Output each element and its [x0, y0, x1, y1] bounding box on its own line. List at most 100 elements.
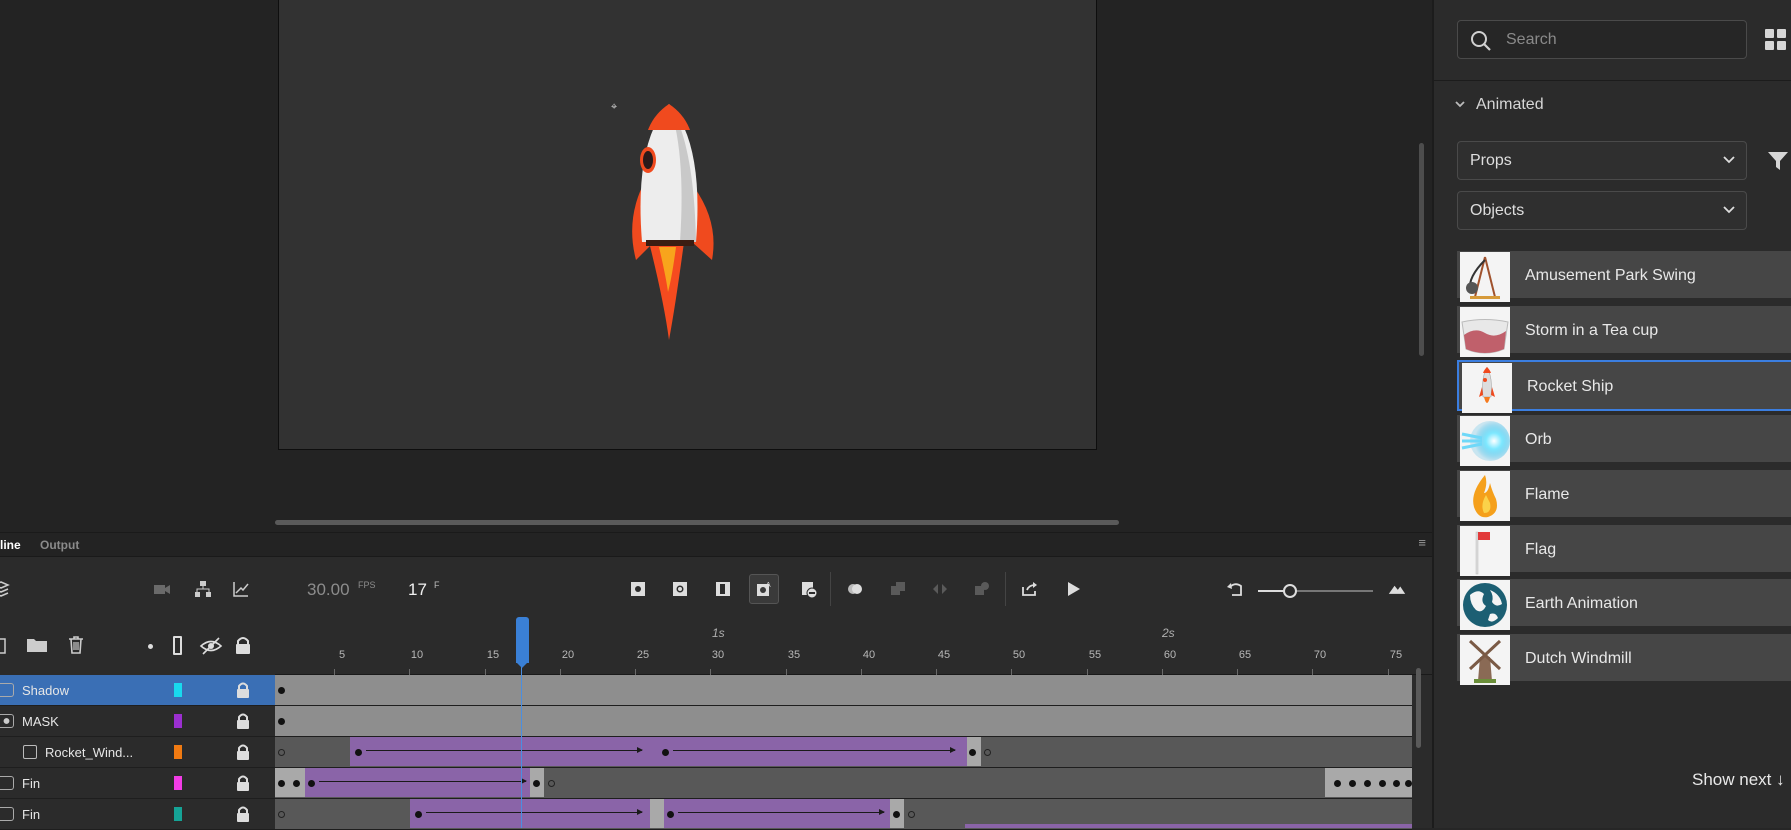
layer-color-swatch[interactable] [174, 807, 182, 821]
keyframe[interactable] [1334, 780, 1341, 787]
frame-row-mask[interactable] [275, 706, 1412, 737]
lock-all-icon[interactable] [234, 635, 252, 655]
asset-item[interactable]: Flag [1457, 524, 1791, 576]
asset-item[interactable]: Storm in a Tea cup [1457, 305, 1791, 357]
blank-keyframe[interactable] [278, 749, 285, 756]
stage-canvas[interactable] [278, 0, 1097, 450]
hide-all-eye-icon[interactable] [199, 636, 223, 656]
blank-keyframe[interactable] [984, 749, 991, 756]
motion-tween-span[interactable] [305, 768, 530, 797]
search-box[interactable] [1457, 20, 1747, 59]
onion-skin-icon[interactable] [840, 574, 870, 604]
new-layer-icon[interactable] [0, 636, 8, 656]
motion-tween-span[interactable] [965, 824, 1412, 828]
timeline-vertical-scrollbar[interactable] [1416, 668, 1421, 748]
filter-icon[interactable] [1767, 150, 1789, 177]
layer-row[interactable]: Rocket_Wind... [0, 737, 275, 768]
keyframe[interactable] [1379, 780, 1386, 787]
delete-layer-icon[interactable] [66, 635, 86, 655]
rocket-ship-graphic[interactable] [624, 102, 734, 342]
layers-icon[interactable] [0, 574, 16, 604]
play-icon[interactable] [1058, 574, 1088, 604]
auto-keyframe-icon[interactable]: A [749, 574, 779, 604]
asset-item[interactable]: Orb [1457, 415, 1791, 467]
layer-name[interactable]: MASK [22, 714, 59, 729]
tab-output[interactable]: Output [40, 538, 79, 552]
asset-item[interactable]: Rocket Ship [1457, 360, 1791, 414]
layer-row[interactable]: MASK [0, 706, 275, 737]
keyframe[interactable] [1405, 780, 1412, 787]
keyframe[interactable] [1393, 780, 1400, 787]
center-playhead-icon[interactable] [1220, 574, 1250, 604]
asset-item[interactable]: Earth Animation [1457, 579, 1791, 631]
clear-keyframe-icon[interactable] [794, 574, 824, 604]
category-select[interactable]: Props [1457, 141, 1747, 180]
frame-row-shadow[interactable] [275, 675, 1412, 706]
keyframe[interactable] [1349, 780, 1356, 787]
stage-vertical-scrollbar[interactable] [1419, 143, 1424, 356]
motion-tween-span[interactable] [657, 737, 967, 766]
edit-multiple-frames-icon[interactable] [883, 574, 913, 604]
new-folder-icon[interactable] [26, 636, 48, 654]
panel-menu-icon[interactable]: ≡ [1418, 535, 1426, 550]
motion-tween-span[interactable] [410, 799, 650, 828]
stage-horizontal-scrollbar[interactable] [275, 520, 1119, 525]
frame-row-fin-1[interactable] [275, 768, 1412, 799]
search-input[interactable] [1506, 30, 1736, 50]
sync-symbols-icon[interactable] [925, 574, 955, 604]
current-frame-value[interactable]: 17 [408, 580, 427, 600]
asset-item[interactable]: Amusement Park Swing [1457, 251, 1791, 302]
lock-icon[interactable] [236, 681, 250, 704]
layer-row[interactable]: Fin [0, 768, 275, 799]
highlight-layers-icon[interactable] [148, 644, 153, 649]
layer-color-swatch[interactable] [174, 683, 182, 697]
grid-view-icon[interactable] [1764, 28, 1788, 57]
insert-frame-icon[interactable] [708, 574, 738, 604]
keyframe[interactable] [293, 780, 300, 787]
loop-playback-icon[interactable] [1015, 574, 1045, 604]
lock-icon[interactable] [236, 805, 250, 828]
layer-name[interactable]: Shadow [22, 683, 69, 698]
keyframe[interactable] [1364, 780, 1371, 787]
lock-icon[interactable] [236, 774, 250, 797]
swap-symbol-icon[interactable] [967, 574, 997, 604]
lock-icon[interactable] [236, 712, 250, 735]
frame-row-fin-2[interactable] [275, 799, 1412, 830]
keyframe[interactable] [662, 749, 669, 756]
zoom-mountains-icon[interactable] [1382, 574, 1412, 604]
keyframe[interactable] [415, 811, 422, 818]
motion-tween-span[interactable] [664, 799, 890, 828]
blank-keyframe[interactable] [908, 811, 915, 818]
keyframe[interactable] [278, 780, 285, 787]
asset-item[interactable]: Dutch Windmill [1457, 633, 1791, 685]
show-outlines-icon[interactable] [173, 636, 182, 655]
layer-row[interactable]: Fin [0, 799, 275, 830]
layer-name[interactable]: Fin [22, 807, 40, 822]
keyframe[interactable] [278, 687, 285, 694]
blank-keyframe[interactable] [278, 811, 285, 818]
timeline-ruler[interactable]: 1s 2s 5 10 15 20 25 30 35 40 45 50 55 60 65 70 75 [275, 620, 1464, 675]
layer-color-swatch[interactable] [174, 714, 182, 728]
layer-name[interactable]: Fin [22, 776, 40, 791]
lock-icon[interactable] [236, 743, 250, 766]
keyframe[interactable] [533, 780, 540, 787]
keyframe[interactable] [667, 811, 674, 818]
motion-tween-span[interactable] [350, 737, 657, 766]
keyframe[interactable] [969, 749, 976, 756]
asset-item[interactable]: Flame [1457, 469, 1791, 521]
insert-keyframe-icon[interactable] [623, 574, 653, 604]
layer-row[interactable]: Shadow [0, 675, 275, 706]
layer-parenting-icon[interactable] [188, 574, 218, 604]
layer-color-swatch[interactable] [174, 776, 182, 790]
keyframe[interactable] [308, 780, 315, 787]
keyframe[interactable] [355, 749, 362, 756]
layer-color-swatch[interactable] [174, 745, 182, 759]
keyframe[interactable] [893, 811, 900, 818]
camera-icon[interactable] [147, 574, 177, 604]
blank-keyframe[interactable] [548, 780, 555, 787]
frame-grid[interactable] [275, 675, 1412, 830]
playhead-handle[interactable] [516, 617, 529, 663]
graph-editor-icon[interactable] [226, 574, 256, 604]
fps-value[interactable]: 30.00 [307, 580, 350, 600]
layer-name[interactable]: Rocket_Wind... [45, 745, 133, 760]
